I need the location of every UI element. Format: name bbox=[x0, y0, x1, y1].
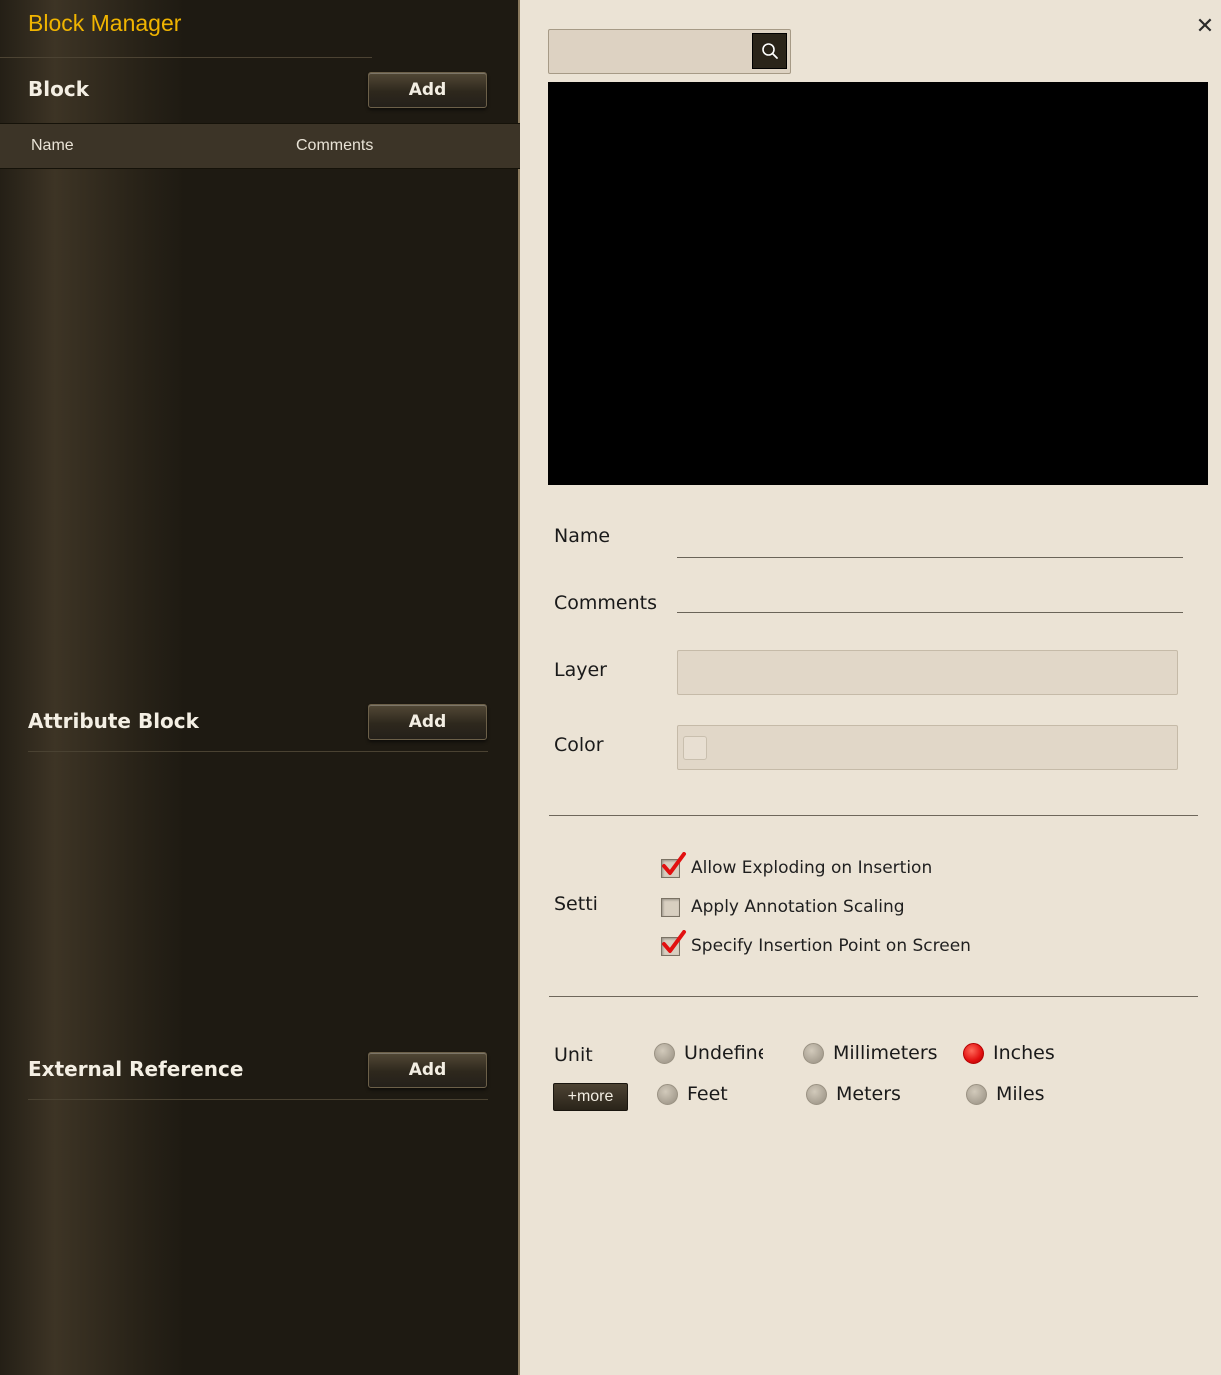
checkmark-icon bbox=[662, 851, 686, 875]
settings-bottom-divider bbox=[549, 996, 1198, 997]
apply-annotation-scaling-checkbox[interactable]: Apply Annotation Scaling bbox=[661, 895, 905, 919]
apply-annotation-scaling-label: Apply Annotation Scaling bbox=[691, 897, 905, 917]
close-button[interactable]: ✕ bbox=[1193, 13, 1217, 39]
radio-button[interactable] bbox=[803, 1042, 824, 1064]
allow-exploding-checkbox[interactable]: Allow Exploding on Insertion bbox=[661, 851, 933, 880]
unit-label-miles: Miles bbox=[996, 1083, 1045, 1105]
name-input[interactable] bbox=[677, 530, 1183, 558]
unit-label-undefined: Undefined bbox=[684, 1042, 763, 1064]
checkbox-box[interactable] bbox=[661, 929, 686, 956]
attribute-block-divider bbox=[28, 751, 488, 752]
radio-button[interactable] bbox=[966, 1083, 987, 1105]
layer-select[interactable] bbox=[677, 650, 1178, 695]
block-list-panel: Block Manager Block Add Name Comments At… bbox=[0, 0, 520, 1375]
unit-label-feet: Feet bbox=[687, 1083, 728, 1105]
search-icon bbox=[761, 43, 778, 59]
settings-top-divider bbox=[549, 815, 1198, 816]
close-icon: ✕ bbox=[1195, 13, 1215, 39]
search-field[interactable] bbox=[548, 29, 791, 74]
specify-insertion-point-checkbox[interactable]: Specify Insertion Point on Screen bbox=[661, 929, 971, 958]
unit-label-meters: Meters bbox=[836, 1083, 901, 1105]
app-title: Block Manager bbox=[28, 10, 182, 36]
checkmark-icon bbox=[662, 929, 686, 953]
unit-label-inches: Inches bbox=[993, 1042, 1055, 1064]
color-swatch bbox=[683, 736, 707, 760]
radio-button[interactable] bbox=[657, 1083, 678, 1105]
settings-label: Settings bbox=[554, 893, 598, 915]
color-select[interactable] bbox=[677, 725, 1178, 770]
section-title-attribute-block: Attribute Block bbox=[28, 709, 199, 733]
comments-label: Comments bbox=[554, 592, 657, 614]
specify-insertion-point-label: Specify Insertion Point on Screen bbox=[691, 936, 971, 956]
layer-label: Layer bbox=[554, 659, 607, 681]
radio-button-selected[interactable] bbox=[963, 1042, 984, 1064]
add-external-reference-button[interactable]: Add bbox=[368, 1052, 487, 1088]
block-preview bbox=[548, 82, 1208, 485]
add-block-button[interactable]: Add bbox=[368, 72, 487, 108]
name-label: Name bbox=[554, 525, 611, 547]
search-button[interactable] bbox=[752, 33, 787, 69]
allow-exploding-label: Allow Exploding on Insertion bbox=[691, 858, 933, 878]
radio-button[interactable] bbox=[654, 1042, 675, 1064]
section-title-block: Block bbox=[28, 77, 89, 101]
unit-radio-undefined[interactable]: Undefined bbox=[654, 1042, 763, 1064]
search-input[interactable] bbox=[555, 36, 745, 66]
external-reference-divider bbox=[28, 1099, 488, 1100]
radio-button[interactable] bbox=[806, 1083, 827, 1105]
unit-radio-meters[interactable]: Meters bbox=[806, 1083, 901, 1105]
color-label: Color bbox=[554, 734, 604, 756]
checkbox-box[interactable] bbox=[661, 897, 680, 917]
section-title-external-reference: External Reference bbox=[28, 1057, 244, 1081]
comments-input[interactable] bbox=[677, 585, 1183, 613]
column-header-name[interactable]: Name bbox=[31, 137, 74, 155]
add-attribute-block-button[interactable]: Add bbox=[368, 704, 487, 740]
unit-label-millimeters: Millimeters bbox=[833, 1042, 938, 1064]
unit-radio-miles[interactable]: Miles bbox=[966, 1083, 1045, 1105]
unit-radio-inches[interactable]: Inches bbox=[963, 1042, 1055, 1064]
unit-radio-feet[interactable]: Feet bbox=[657, 1083, 728, 1105]
title-divider bbox=[0, 57, 372, 58]
more-units-button[interactable]: +more bbox=[553, 1083, 628, 1111]
unit-radio-millimeters[interactable]: Millimeters bbox=[803, 1042, 938, 1064]
checkbox-box[interactable] bbox=[661, 851, 686, 878]
column-header-comments[interactable]: Comments bbox=[296, 137, 373, 155]
block-list-header: Name Comments bbox=[0, 123, 520, 169]
unit-label: Unit bbox=[554, 1044, 593, 1066]
